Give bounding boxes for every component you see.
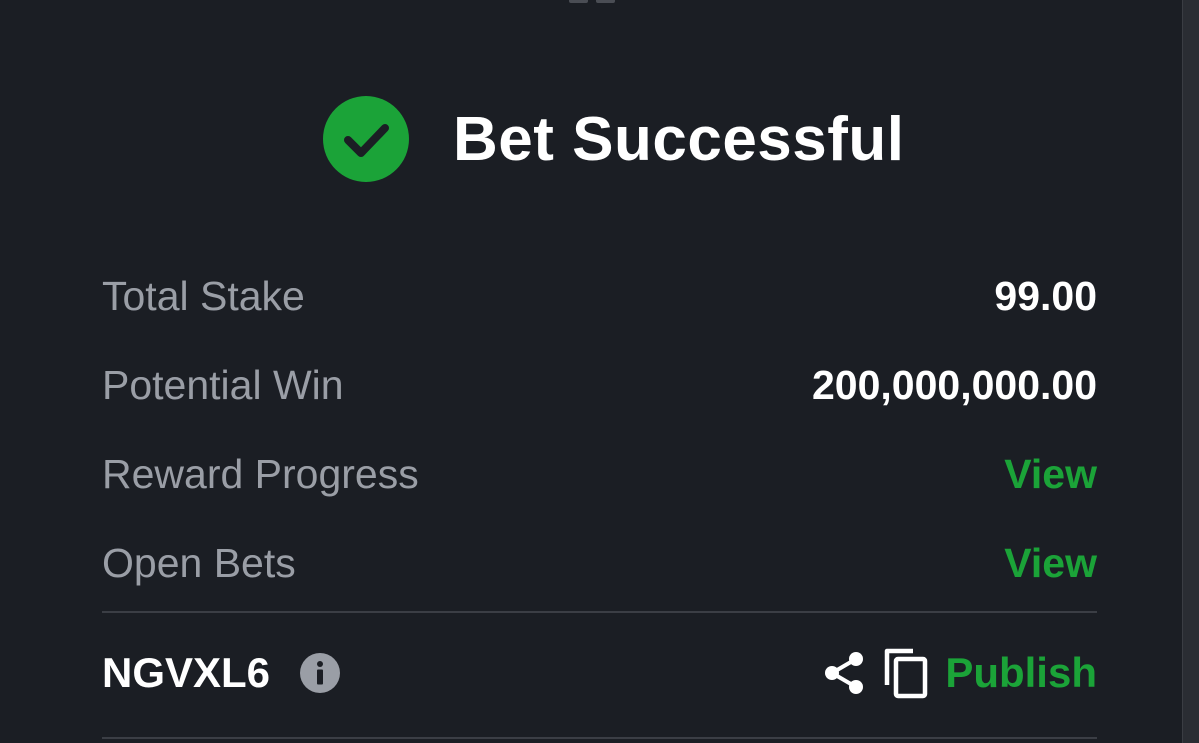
total-stake-label: Total Stake <box>102 273 305 319</box>
check-circle-icon <box>323 96 409 182</box>
reward-progress-view-link[interactable]: View <box>1004 451 1097 498</box>
potential-win-value: 200,000,000.00 <box>812 362 1097 408</box>
potential-win-row: Potential Win 200,000,000.00 <box>102 341 1097 430</box>
booking-footer: NGVXL6 Publish <box>102 640 1097 706</box>
publish-button[interactable]: Publish <box>945 649 1097 697</box>
drag-handle-bar-left <box>569 0 588 3</box>
drag-handle-bar-right <box>596 0 615 3</box>
drag-handle[interactable] <box>569 0 615 4</box>
share-icon[interactable] <box>823 650 865 696</box>
copy-icon[interactable] <box>883 647 929 699</box>
booking-code-group: NGVXL6 <box>102 649 341 697</box>
divider-bottom <box>102 737 1097 739</box>
divider <box>102 611 1097 613</box>
total-stake-value: 99.00 <box>994 273 1097 319</box>
open-bets-view-link[interactable]: View <box>1004 540 1097 587</box>
bet-success-screen: Bet Successful Total Stake 99.00 Potenti… <box>0 0 1199 743</box>
potential-win-label: Potential Win <box>102 362 344 408</box>
info-icon[interactable] <box>300 653 341 693</box>
open-bets-label: Open Bets <box>102 540 296 586</box>
total-stake-row: Total Stake 99.00 <box>102 252 1097 341</box>
reward-progress-label: Reward Progress <box>102 451 419 497</box>
booking-code: NGVXL6 <box>102 649 271 696</box>
booking-actions: Publish <box>823 647 1097 699</box>
success-header: Bet Successful <box>323 96 905 182</box>
side-panel-edge <box>1182 0 1199 743</box>
open-bets-row: Open Bets View <box>102 519 1097 608</box>
page-title: Bet Successful <box>453 104 905 174</box>
bet-summary: Total Stake 99.00 Potential Win 200,000,… <box>102 252 1097 608</box>
reward-progress-row: Reward Progress View <box>102 430 1097 519</box>
